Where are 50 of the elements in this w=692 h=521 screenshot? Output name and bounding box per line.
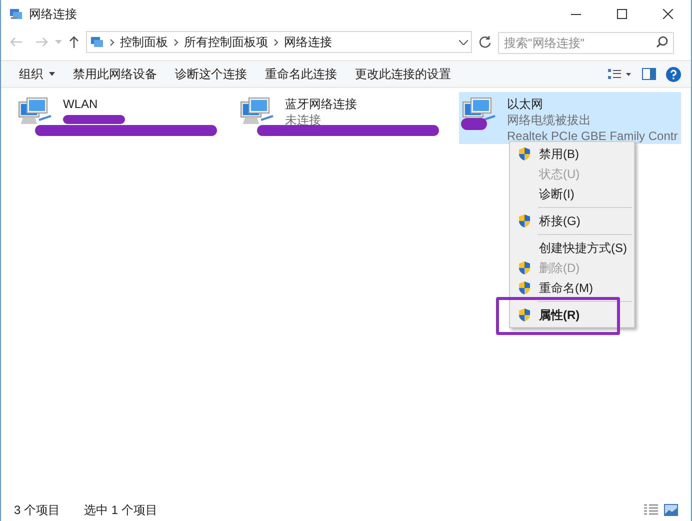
toolbar-button[interactable]: 组织	[13, 63, 61, 85]
toolbar-button[interactable]: 更改此连接的设置	[349, 63, 457, 85]
status-text: 3 个项目	[14, 502, 60, 519]
caret-icon	[49, 72, 55, 76]
connection-item[interactable]: WLAN	[15, 92, 235, 144]
connection-name: 以太网	[507, 96, 544, 112]
refresh-icon[interactable]	[478, 35, 492, 49]
up-icon[interactable]	[68, 35, 80, 49]
maximize-icon	[617, 9, 627, 19]
network-computer-icon	[239, 96, 275, 126]
chevron-icon	[174, 38, 178, 46]
menu-item[interactable]: 诊断(I)	[510, 184, 634, 204]
menu-item[interactable]: 创建快捷方式(S)	[510, 238, 634, 258]
menu-item[interactable]: 重命名(M)	[510, 278, 634, 298]
shield-icon	[518, 281, 531, 295]
breadcrumb-item[interactable]: 网络连接	[284, 33, 332, 51]
help-icon[interactable]	[666, 66, 681, 82]
breadcrumb-item[interactable]: 控制面板	[120, 33, 168, 51]
shield-icon	[518, 214, 531, 228]
network-folder-icon	[9, 7, 23, 21]
menu-item[interactable]: 属性(R)	[510, 305, 634, 325]
details-view-icon[interactable]	[644, 504, 658, 516]
shield-icon	[518, 261, 531, 275]
view-options-icon[interactable]	[608, 68, 632, 80]
status-text: 选中 1 个项目	[84, 502, 158, 519]
window-title: 网络连接	[29, 6, 77, 23]
network-folder-icon	[90, 35, 104, 49]
network-computer-icon	[17, 96, 53, 126]
preview-pane-icon[interactable]	[642, 68, 656, 80]
toolbar-button[interactable]: 诊断这个连接	[169, 63, 253, 85]
connection-name: WLAN	[63, 96, 99, 112]
shield-icon	[518, 308, 531, 322]
connection-item[interactable]: 以太网 网络电缆被拔出 Realtek PCIe GBE Family Contr	[459, 92, 681, 144]
search-icon	[656, 36, 668, 48]
large-icons-view-icon[interactable]	[664, 504, 678, 516]
connection-name: 蓝牙网络连接	[285, 96, 357, 112]
chevron-icon	[274, 38, 278, 46]
toolbar-button[interactable]: 禁用此网络设备	[67, 63, 163, 85]
address-bar[interactable]: 控制面板 所有控制面板项 网络连接	[86, 31, 472, 53]
dropdown-icon[interactable]	[459, 40, 468, 44]
search-field[interactable]: 搜索"网络连接"	[498, 32, 674, 54]
menu-item[interactable]: 桥接(G)	[510, 211, 634, 231]
shield-icon	[518, 147, 531, 161]
close-icon	[663, 9, 673, 19]
chevron-icon	[110, 38, 114, 46]
connection-status: 网络电缆被拔出	[507, 112, 592, 128]
connection-device: Realtek PCIe GBE Family Contr	[507, 128, 678, 144]
toolbar-button[interactable]: 重命名此连接	[259, 63, 343, 85]
menu-item[interactable]: 禁用(B)	[510, 144, 634, 164]
breadcrumb-item[interactable]: 所有控制面板项	[184, 33, 268, 51]
